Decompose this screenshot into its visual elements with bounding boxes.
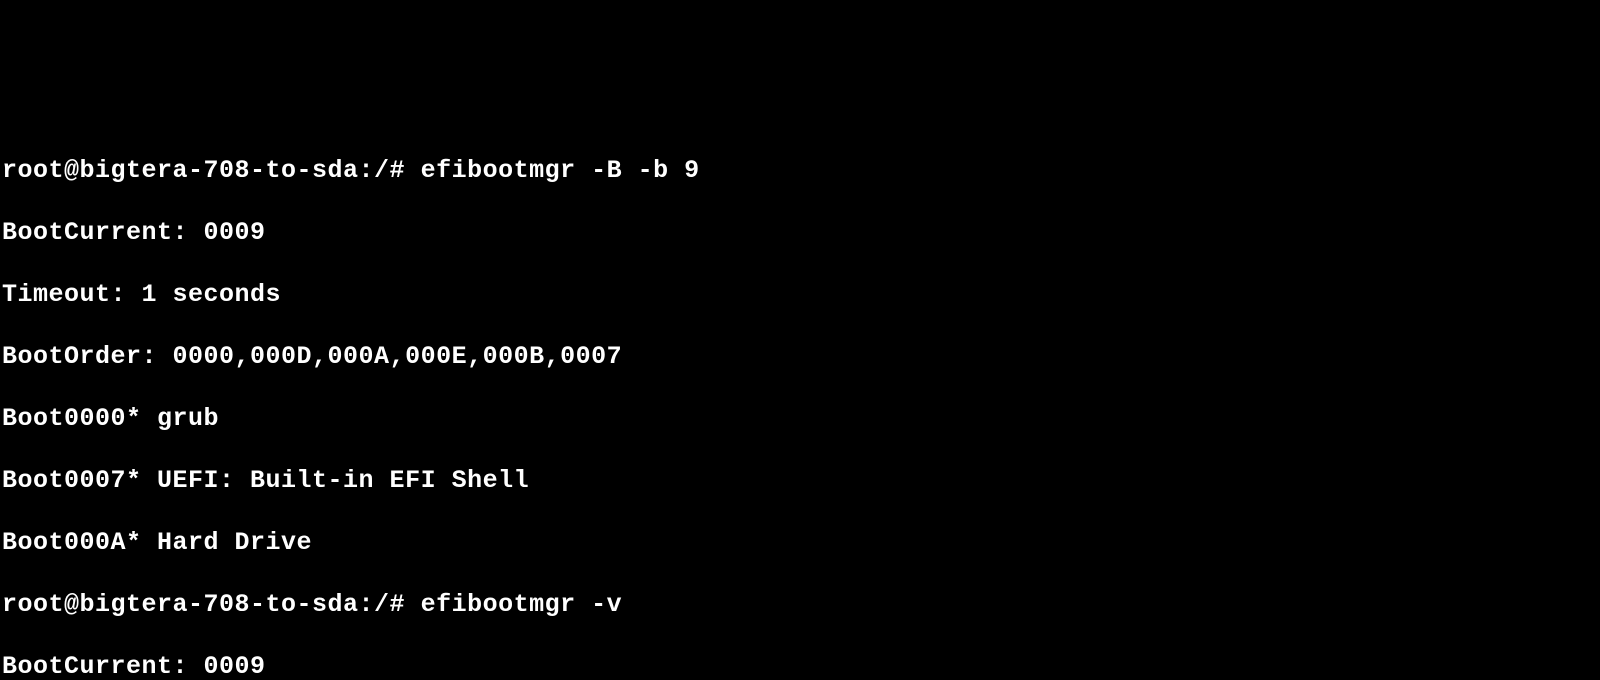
boot-entry: Boot0007* UEFI: Built-in EFI Shell bbox=[2, 465, 1598, 496]
timeout: Timeout: 1 seconds bbox=[2, 279, 1598, 310]
command-text: efibootmgr -v bbox=[421, 590, 623, 619]
shell-prompt: root@bigtera-708-to-sda:/# bbox=[2, 156, 421, 185]
boot-current: BootCurrent: 0009 bbox=[2, 217, 1598, 248]
boot-order: BootOrder: 0000,000D,000A,000E,000B,0007 bbox=[2, 341, 1598, 372]
boot-entry: Boot000A* Hard Drive bbox=[2, 527, 1598, 558]
boot-current: BootCurrent: 0009 bbox=[2, 651, 1598, 680]
terminal-output: root@bigtera-708-to-sda:/# efibootmgr -B… bbox=[2, 124, 1598, 680]
cmd-line-1[interactable]: root@bigtera-708-to-sda:/# efibootmgr -B… bbox=[2, 155, 1598, 186]
shell-prompt: root@bigtera-708-to-sda:/# bbox=[2, 590, 421, 619]
command-text: efibootmgr -B -b 9 bbox=[421, 156, 700, 185]
boot-entry: Boot0000* grub bbox=[2, 403, 1598, 434]
cmd-line-2[interactable]: root@bigtera-708-to-sda:/# efibootmgr -v bbox=[2, 589, 1598, 620]
